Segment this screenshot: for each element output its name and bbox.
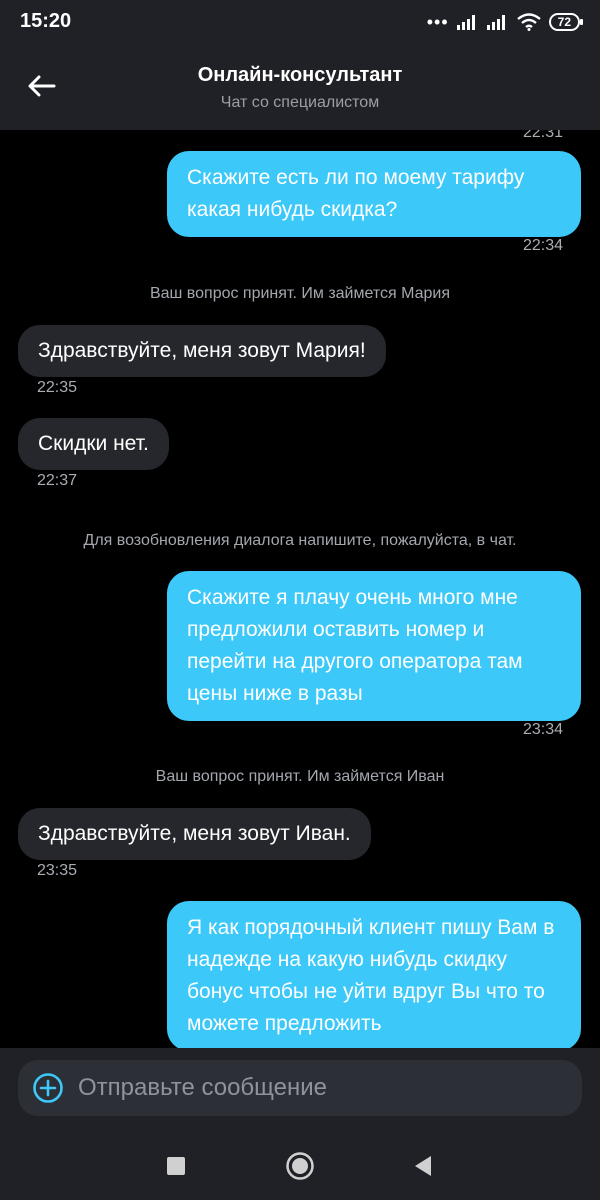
outgoing-message[interactable]: Скажите я плачу очень много мне предложи… xyxy=(167,571,581,721)
square-icon xyxy=(167,1157,185,1175)
battery-icon: 72 xyxy=(548,13,584,31)
incoming-message[interactable]: Здравствуйте, меня зовут Мария! xyxy=(18,325,386,377)
circle-icon xyxy=(286,1152,314,1180)
message-time: 22:34 xyxy=(522,237,563,254)
message-time: 22:35 xyxy=(37,379,78,396)
outgoing-message[interactable]: Я как порядочный клиент пишу Вам в надеж… xyxy=(167,901,581,1048)
notification-dots: ••• xyxy=(426,12,449,32)
header-title: Онлайн-консультант xyxy=(197,64,403,86)
system-message: Ваш вопрос принят. Им займется Мария xyxy=(149,285,451,302)
recent-apps-button[interactable] xyxy=(158,1148,194,1184)
back-nav-button[interactable] xyxy=(405,1148,441,1184)
chat-area[interactable]: 22:31 Скажите есть ли по моему тарифу ка… xyxy=(0,130,600,1048)
signal-icon xyxy=(456,15,475,30)
header-subtitle: Чат со специалистом xyxy=(220,94,380,111)
composer-bar xyxy=(0,1048,600,1130)
message-time: 22:31 xyxy=(522,130,563,141)
status-time: 15:20 xyxy=(20,10,72,32)
message-time: 23:35 xyxy=(37,862,78,879)
plus-circle-icon[interactable] xyxy=(32,1072,64,1104)
message-time: 22:37 xyxy=(37,472,78,489)
status-icons: ••• 72 xyxy=(426,12,584,32)
plus-circle-icon xyxy=(33,1073,63,1103)
system-message: Ваш вопрос принят. Им займется Иван xyxy=(155,768,445,785)
message-input[interactable] xyxy=(78,1074,538,1102)
app-header: Онлайн-консультант Чат со специалистом xyxy=(0,44,600,130)
signal-icon xyxy=(486,15,505,30)
incoming-message[interactable]: Здравствуйте, меня зовут Иван. xyxy=(18,808,371,860)
status-bar: 15:20 ••• 72 xyxy=(0,0,600,44)
home-button[interactable] xyxy=(282,1148,318,1184)
triangle-back-icon xyxy=(415,1156,431,1176)
outgoing-message[interactable]: Скажите есть ли по моему тарифу какая ни… xyxy=(167,151,581,237)
navigation-bar xyxy=(0,1130,600,1200)
message-composer[interactable] xyxy=(18,1060,582,1116)
message-time: 23:34 xyxy=(522,721,563,738)
incoming-message[interactable]: Скидки нет. xyxy=(18,418,169,470)
wifi-icon xyxy=(516,13,541,31)
system-message: Для возобновления диалога напишите, пожа… xyxy=(83,532,517,549)
